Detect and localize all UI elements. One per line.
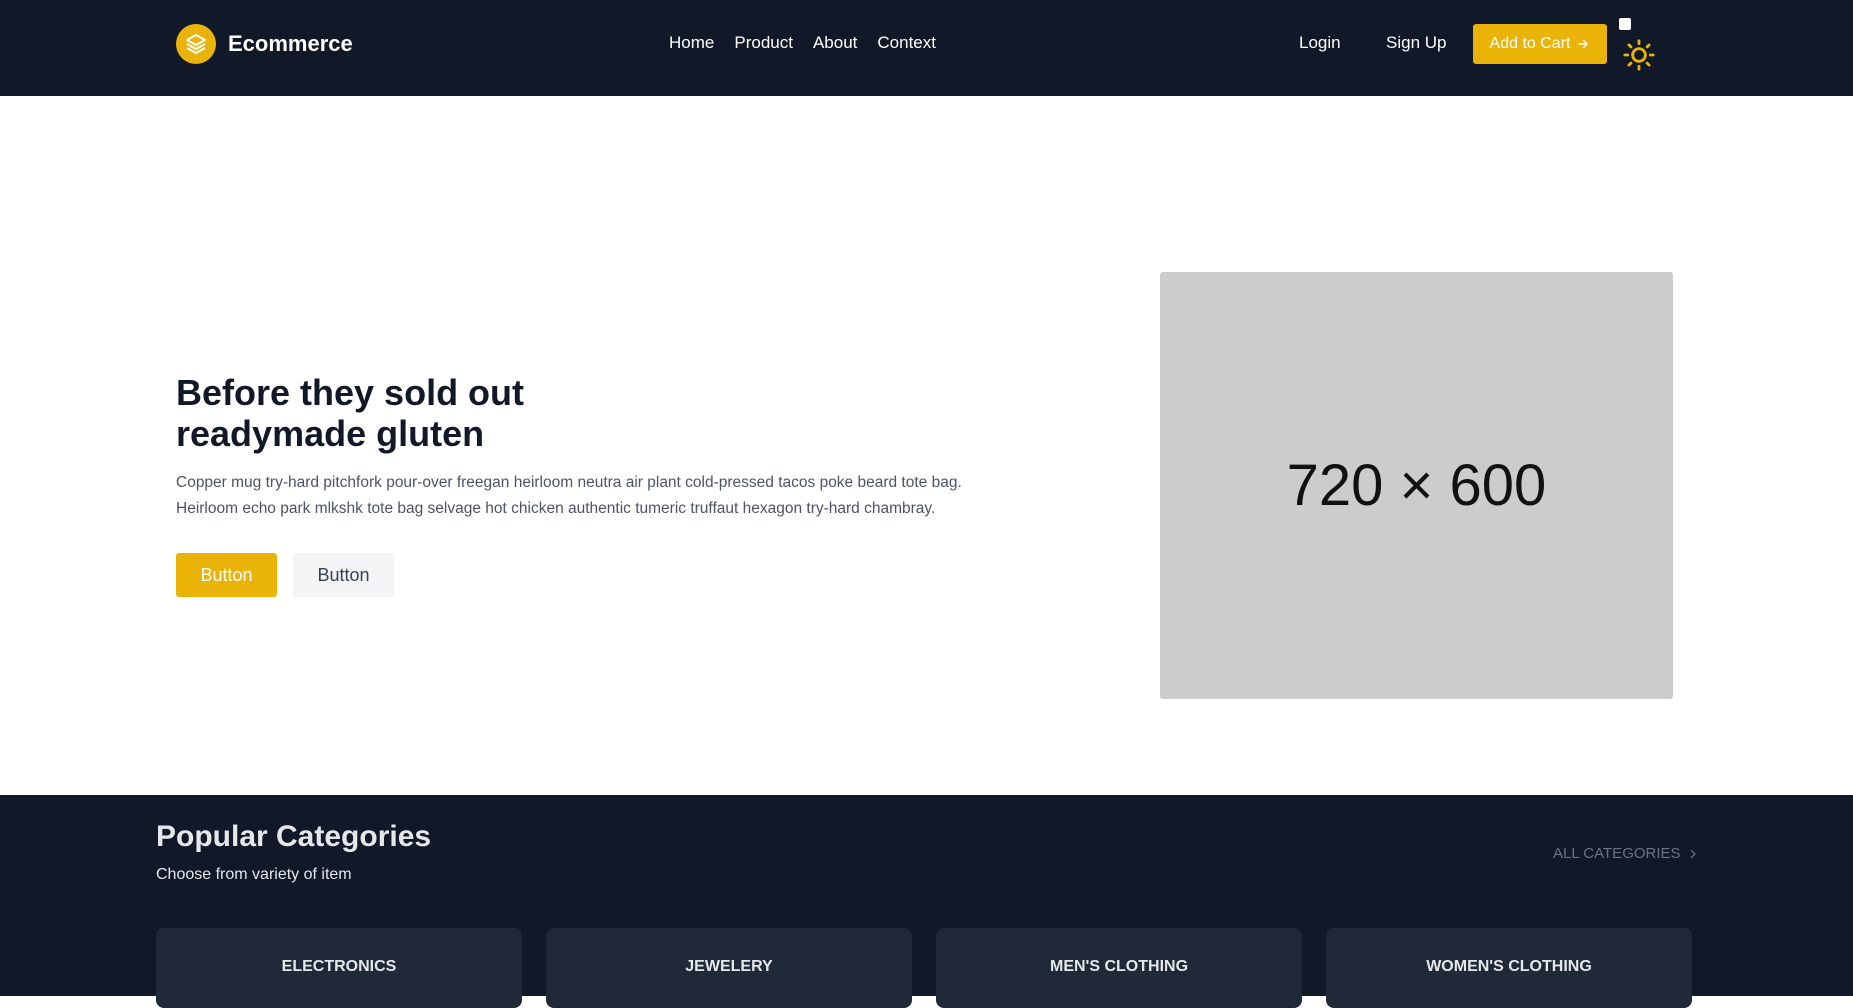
nav-home[interactable]: Home (669, 33, 714, 53)
category-card-mens-clothing[interactable]: MEN'S CLOTHING (936, 928, 1302, 1008)
sun-icon[interactable] (1622, 38, 1656, 72)
category-label: ELECTRONICS (281, 958, 397, 975)
top-navbar: Ecommerce Home Product About Context Log… (0, 0, 1853, 96)
categories-section: Popular Categories Choose from variety o… (0, 795, 1853, 1008)
brand-name: Ecommerce (228, 31, 353, 56)
hero-image-label: 720 × 600 (1286, 453, 1547, 518)
all-categories-label: ALL CATEGORIES (1553, 845, 1681, 862)
stack-layers-icon (176, 24, 216, 64)
add-to-cart-button[interactable]: Add to Cart (1473, 24, 1607, 64)
chevron-right-icon (1690, 849, 1696, 858)
nav-product[interactable]: Product (734, 33, 793, 53)
theme-toggle-checkbox[interactable] (1619, 18, 1631, 30)
hero-description: Copper mug try-hard pitchfork pour-over … (176, 470, 1006, 522)
hero-description-line1: Copper mug try-hard pitchfork pour-over … (176, 474, 962, 491)
hero-primary-button[interactable]: Button (176, 553, 277, 597)
categories-subtitle: Choose from variety of item (156, 866, 352, 883)
nav-context[interactable]: Context (877, 33, 936, 53)
hero-description-line2: Heirloom echo park mlkshk tote bag selva… (176, 500, 936, 517)
arrow-right-icon (1578, 39, 1589, 49)
category-label: MEN'S CLOTHING (1049, 958, 1189, 975)
category-card-electronics[interactable]: ELECTRONICS (156, 928, 522, 1008)
category-card-jewelery[interactable]: JEWELERY (546, 928, 912, 1008)
main-nav: Home Product About Context (669, 33, 936, 53)
category-label: WOMEN'S CLOTHING (1426, 958, 1592, 975)
login-link[interactable]: Login (1299, 33, 1341, 53)
categories-title: Popular Categories (156, 820, 432, 853)
hero-title-line2: readymade gluten (176, 413, 485, 454)
category-card-womens-clothing[interactable]: WOMEN'S CLOTHING (1326, 928, 1692, 1008)
hero-image-placeholder: 720 × 600 (1160, 272, 1673, 699)
hero-title: Before they sold out readymade gluten (176, 372, 736, 454)
nav-about[interactable]: About (813, 33, 857, 53)
hero-title-line1: Before they sold out (176, 372, 525, 413)
add-to-cart-label: Add to Cart (1489, 35, 1571, 52)
category-label: JEWELERY (685, 958, 773, 975)
signup-link[interactable]: Sign Up (1386, 33, 1446, 53)
hero-secondary-button[interactable]: Button (293, 553, 394, 597)
all-categories-link[interactable]: ALL CATEGORIES (1553, 845, 1699, 862)
brand-logo[interactable]: Ecommerce (176, 24, 353, 64)
